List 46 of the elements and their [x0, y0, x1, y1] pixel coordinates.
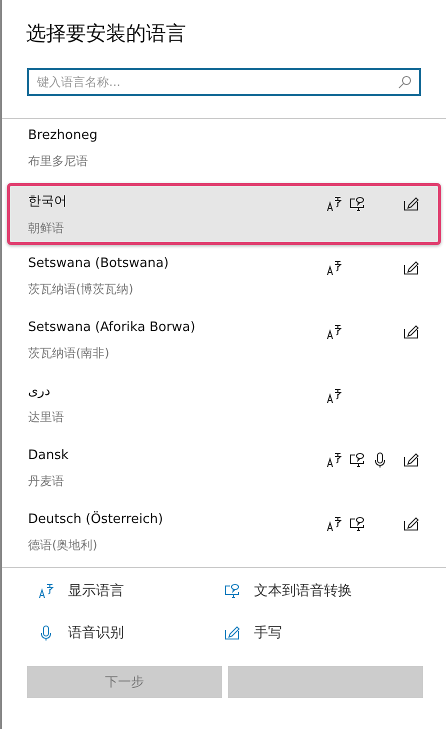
pen-on-pad-icon [403, 452, 419, 468]
legend-label: 文本到语音转换 [254, 582, 352, 600]
display-language-icon [326, 516, 342, 532]
pen-on-pad-icon [224, 625, 240, 641]
monitor-speech-icon [349, 516, 365, 532]
language-item[interactable]: Setswana (Aforika Borwa) 茨瓦纳语(南非) [7, 311, 441, 373]
language-translation: 达里语 [28, 409, 64, 426]
dialog-title: 选择要安装的语言 [25, 20, 187, 47]
language-name: Setswana (Aforika Borwa) [28, 320, 196, 335]
language-translation: 朝鲜语 [28, 220, 65, 237]
language-name: Brezhoneg [28, 128, 98, 143]
search-icon[interactable] [398, 75, 412, 89]
pen-on-pad-icon [403, 196, 419, 212]
display-language-icon [326, 324, 342, 340]
pen-on-pad-icon [403, 260, 419, 276]
language-name: 한국어 [28, 193, 67, 210]
legend-label: 语音识别 [68, 624, 124, 642]
language-item[interactable]: Setswana (Botswana) 茨瓦纳语(博茨瓦纳) [7, 247, 441, 309]
language-translation: 布里多尼语 [28, 153, 89, 170]
language-translation: 德语(奥地利) [28, 537, 98, 554]
language-name: Setswana (Botswana) [28, 256, 169, 271]
language-name: Deutsch (Österreich) [28, 512, 164, 527]
language-translation: 茨瓦纳语(博茨瓦纳) [28, 281, 134, 298]
microphone-icon [372, 452, 388, 468]
language-item[interactable]: Brezhoneg 布里多尼语 [7, 119, 441, 181]
microphone-icon [38, 625, 54, 641]
language-item[interactable]: 한국어 朝鲜语 [7, 183, 441, 245]
legend-label: 手写 [254, 624, 282, 642]
monitor-speech-icon [224, 583, 240, 599]
display-language-icon [326, 196, 342, 212]
language-translation: 丹麦语 [28, 473, 65, 490]
language-item[interactable]: Deutsch (Österreich) 德语(奥地利) [7, 503, 441, 565]
language-translation: 茨瓦纳语(南非) [28, 345, 110, 362]
language-name: دری [28, 384, 52, 399]
legend-label: 显示语言 [68, 582, 124, 600]
display-language-icon [326, 388, 342, 404]
search-field[interactable]: 键入语言名称... [27, 68, 421, 96]
display-language-icon [38, 583, 54, 599]
language-name: Dansk [28, 448, 69, 463]
display-language-icon [326, 452, 342, 468]
language-item[interactable]: Dansk 丹麦语 [7, 439, 441, 501]
pen-on-pad-icon [403, 516, 419, 532]
display-language-icon [326, 260, 342, 276]
pen-on-pad-icon [403, 324, 419, 340]
monitor-speech-icon [349, 196, 365, 212]
monitor-speech-icon [349, 452, 365, 468]
